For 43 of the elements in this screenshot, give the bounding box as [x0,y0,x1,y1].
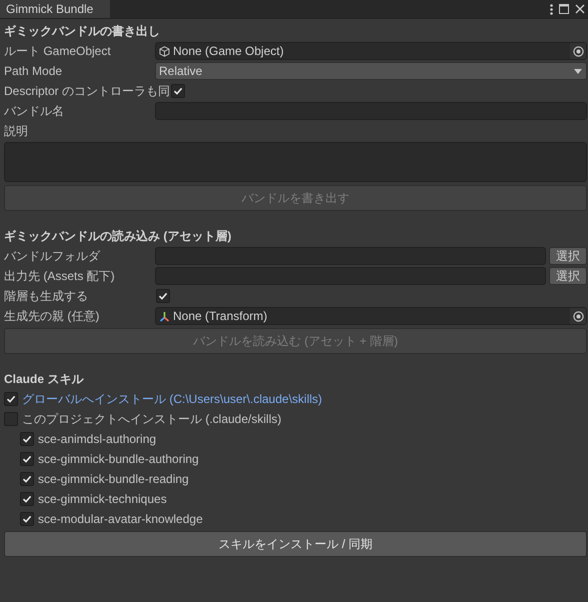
checkbox[interactable] [20,452,34,466]
object-field[interactable]: None (Transform) [155,307,587,325]
field-label: Path Mode [4,64,64,78]
close-icon[interactable] [575,4,585,14]
object-field[interactable]: None (Game Object) [155,42,587,60]
field-label: バンドルフォルダ [4,248,102,264]
field-label: ルート GameObject [4,42,112,60]
window-tab[interactable]: Gimmick Bundle [0,0,110,18]
skill-label: sce-gimmick-techniques [38,492,167,506]
field-label: 説明 [4,122,29,140]
select-button[interactable]: 選択 [549,267,587,285]
skill-label: sce-animdsl-authoring [38,432,156,446]
install-option-label[interactable]: このプロジェクトへインストール (.claude/skills) [22,410,282,428]
skill-label: sce-modular-avatar-knowledge [38,512,203,526]
more-options-icon[interactable] [550,4,553,14]
dropdown-arrow-icon [574,68,582,74]
field-label: 階層も生成する [4,288,89,304]
cube-icon [159,46,170,56]
maximize-icon[interactable] [559,4,569,14]
install-button[interactable]: スキルをインストール / 同期 [4,531,587,557]
checkbox[interactable] [171,84,186,98]
field-label: Descriptor のコントローラも同 [4,82,170,100]
select-button[interactable]: 選択 [549,247,587,265]
transform-icon [159,310,170,322]
checkbox[interactable] [4,412,18,426]
object-picker-icon[interactable] [572,310,584,322]
field-label: バンドル名 [4,102,65,120]
checkbox[interactable] [4,392,18,406]
install-option-label[interactable]: グローバルへインストール (C:\Users\user\.claude\skills) [22,390,322,408]
section-heading: ギミックバンドルの読み込み (アセット層) [4,228,232,245]
object-picker-icon[interactable] [572,46,584,56]
checkbox[interactable] [20,512,34,526]
field-label: 生成先の親 (任意) [4,308,100,324]
checkbox[interactable] [20,492,34,506]
skill-label: sce-gimmick-bundle-reading [38,472,189,486]
skill-label: sce-gimmick-bundle-authoring [38,452,199,466]
checkbox[interactable] [20,472,34,486]
path-mode-dropdown[interactable]: Relative [155,62,587,80]
section-heading: Claude スキル [4,371,84,388]
field-label: 出力先 (Assets 配下) [4,268,116,284]
section-heading: ギミックバンドルの書き出し [4,23,160,40]
checkbox[interactable] [156,289,170,303]
checkbox[interactable] [20,432,34,446]
